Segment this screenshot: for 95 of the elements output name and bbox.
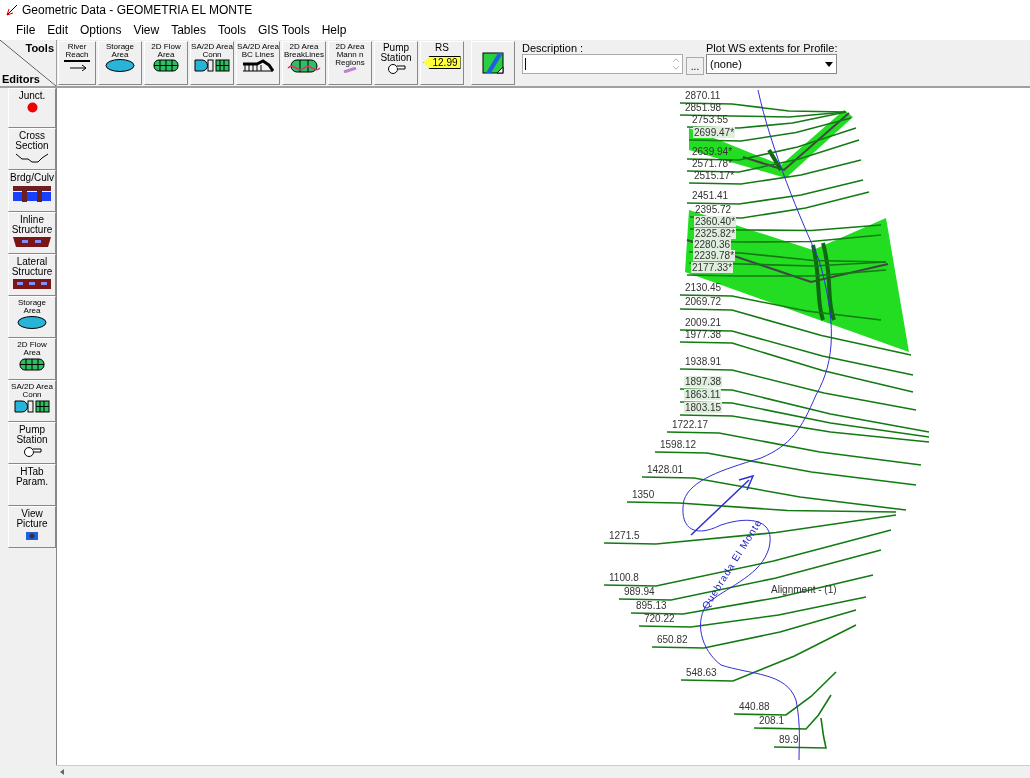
spinner-icon[interactable] (672, 57, 680, 71)
station-label: 2451.41 (691, 190, 730, 201)
camera-icon (25, 530, 39, 540)
lateral-structure-icon (12, 278, 52, 290)
tool-button[interactable]: Pump Station (374, 41, 418, 85)
boundary-line-icon (242, 59, 274, 72)
editor-button[interactable]: Lateral Structure (8, 254, 56, 296)
editor-button[interactable]: Inline Structure (8, 212, 56, 254)
station-label: 1977.38 (684, 329, 723, 340)
station-label: 208.1 (758, 715, 786, 726)
menu-item[interactable]: View (133, 23, 160, 37)
station-label: 2069.72 (684, 296, 723, 307)
junction-dot-icon (26, 102, 38, 113)
station-tag: 12.99 (423, 56, 461, 69)
station-label: 720.22 (643, 613, 676, 624)
map-icon (482, 52, 504, 74)
tool-button[interactable]: River Reach (58, 41, 96, 85)
editors-label: Editors (2, 73, 40, 85)
station-label: 1938.91 (684, 356, 723, 367)
browse-button[interactable]: ... (686, 57, 704, 75)
station-label: 895.13 (635, 600, 668, 611)
station-label: 2239.78* (693, 250, 736, 261)
cross-section-icon (15, 152, 49, 163)
bridge-icon (12, 184, 52, 202)
editor-button[interactable]: View Picture (8, 506, 56, 548)
station-label: 1271.5 (608, 530, 641, 541)
station-label: 2360.40* (694, 216, 737, 227)
pump-icon (21, 446, 43, 457)
window-title: Geometric Data - GEOMETRIA EL MONTE (22, 3, 253, 17)
menu-item[interactable]: Tools (217, 23, 246, 37)
station-label: 2009.21 (684, 317, 723, 328)
station-label: 2130.45 (684, 282, 723, 293)
station-label: 1428.01 (646, 464, 685, 475)
station-label: 2325.82* (694, 228, 737, 239)
station-label: 2639.94* (691, 146, 734, 157)
tools-label: Tools (25, 42, 54, 54)
storage-area-icon (17, 316, 47, 329)
station-label: 2571.78* (691, 158, 734, 169)
editor-button[interactable]: Storage Area (8, 296, 56, 338)
tool-button[interactable]: SA/2D Area Conn (190, 41, 234, 85)
alignment-label: Alignment - (1) (771, 584, 837, 595)
tool-button[interactable]: RS 12.99 (420, 41, 464, 85)
grid-area-icon (153, 59, 179, 72)
menu-item[interactable]: File (16, 23, 36, 37)
tool-button[interactable]: Storage Area (98, 41, 142, 85)
connection-icon (194, 59, 230, 72)
editor-button[interactable]: 2D Flow Area (8, 338, 56, 380)
station-label: 2753.55 (691, 114, 730, 125)
station-label: 2395.72 (694, 204, 733, 215)
station-label: 1722.17 (671, 419, 710, 430)
menu-item[interactable]: GIS Tools (257, 23, 310, 37)
inline-structure-icon (12, 236, 52, 248)
station-label: 2851.98 (684, 102, 723, 113)
station-label: 2515.17* (693, 170, 736, 181)
station-label: 2177.33* (691, 262, 734, 273)
pump-icon (385, 63, 407, 74)
storage-area-icon (105, 59, 135, 72)
connection-icon (14, 400, 50, 413)
editor-button[interactable]: Brdg/Culv (8, 170, 56, 212)
tool-button[interactable]: 2D Flow Area (144, 41, 188, 85)
breakline-icon (287, 59, 321, 73)
station-label: 1350 (631, 489, 656, 500)
map-button[interactable] (471, 41, 515, 85)
tool-button[interactable]: SA/2D Area BC Lines (236, 41, 280, 85)
editor-button[interactable]: SA/2D Area Conn (8, 380, 56, 422)
editor-button[interactable]: Junct. (8, 88, 56, 128)
station-label: 1803.15 (684, 402, 723, 413)
description-field[interactable] (522, 54, 683, 74)
station-label: 2870.11 (684, 90, 722, 101)
menu-item[interactable]: Edit (47, 23, 69, 37)
tool-button[interactable]: 2D Area BreakLines (282, 41, 326, 85)
station-label: 2699.47* (693, 127, 736, 138)
station-label: 989.94 (623, 586, 656, 597)
menu-item[interactable]: Help (321, 23, 347, 37)
station-label: 440.88 (738, 701, 771, 712)
profile-dropdown[interactable]: (none) (706, 54, 837, 74)
station-label: 548.63 (685, 667, 718, 678)
profile-label: Plot WS extents for Profile: (706, 42, 838, 54)
editor-button[interactable]: HTab Param. (8, 464, 56, 506)
station-label: 1100.8 (608, 572, 640, 583)
editor-button[interactable]: Pump Station (8, 422, 56, 464)
tool-button[interactable]: 2D Area Mann n Regions (328, 41, 372, 85)
menu-item[interactable]: Options (80, 23, 122, 37)
station-label: 1897.38 (684, 376, 723, 387)
horizontal-scrollbar[interactable] (56, 765, 1030, 778)
menu-item[interactable]: Tables (171, 23, 206, 37)
description-label: Description : (522, 42, 585, 54)
station-label: 650.82 (656, 634, 689, 645)
station-label: 89.9 (778, 734, 800, 745)
station-label: 1863.11 (684, 389, 722, 400)
grid-area-icon (19, 358, 45, 371)
editor-button[interactable]: Cross Section (8, 128, 56, 170)
reach-arrow-icon (62, 59, 92, 71)
station-label: 2280.36 (693, 239, 732, 250)
station-label: 1598.12 (659, 439, 698, 450)
